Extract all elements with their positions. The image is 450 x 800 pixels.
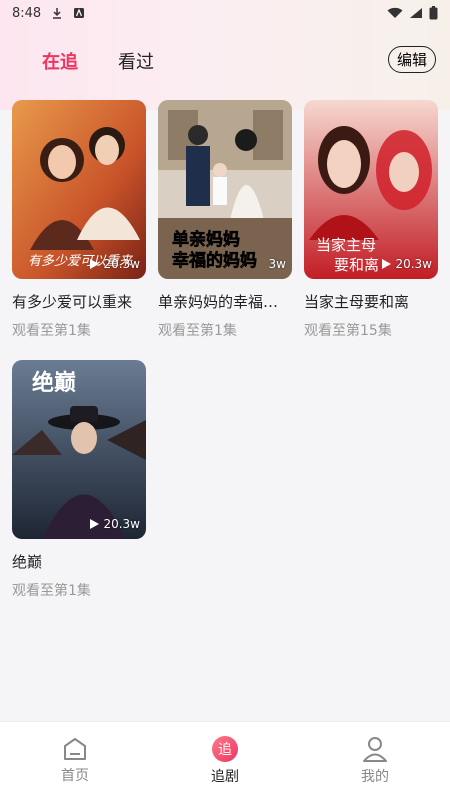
view-count: 3w — [269, 257, 286, 271]
wifi-icon — [387, 7, 403, 18]
drama-card[interactable]: 有多少爱可以重来 20.3w 有多少爱可以重来 观看至第1集 — [12, 100, 146, 340]
view-count: 20.3w — [382, 257, 432, 271]
poster-art: 有多少爱可以重来 — [12, 100, 146, 279]
follow-icon: 追 — [212, 736, 238, 762]
play-icon — [382, 259, 392, 269]
signal-icon — [410, 8, 422, 18]
poster-art: 当家主母 要和离 — [304, 100, 438, 279]
nav-profile-label: 我的 — [361, 769, 389, 785]
poster-art: 单亲妈妈 幸福的妈妈 — [158, 100, 292, 279]
poster-title-text: 绝巅 — [32, 370, 76, 396]
drama-title[interactable]: 绝巅 — [12, 551, 146, 572]
tab-following[interactable]: 在追 — [42, 48, 78, 74]
view-count-text: 20.3w — [395, 257, 432, 271]
play-icon — [90, 519, 100, 529]
nav-home[interactable]: 首页 — [25, 737, 125, 785]
drama-poster[interactable]: 有多少爱可以重来 20.3w — [12, 100, 146, 279]
drama-poster[interactable]: 绝巅 20.3w — [12, 360, 146, 539]
notification-a-icon — [74, 8, 85, 18]
drama-grid: 有多少爱可以重来 20.3w 有多少爱可以重来 观看至第1集 单亲妈妈 幸福的妈… — [12, 100, 438, 600]
nav-home-label: 首页 — [61, 768, 89, 784]
edit-button[interactable]: 编辑 — [387, 46, 436, 73]
home-icon — [64, 738, 86, 760]
nav-follow[interactable]: 追 追剧 — [175, 736, 275, 786]
bottom-navigation: 首页 追 追剧 我的 — [0, 721, 450, 800]
follow-icon-glyph: 追 — [218, 742, 232, 758]
status-time: 8:48 — [12, 5, 42, 21]
download-icon — [53, 8, 62, 19]
nav-profile[interactable]: 我的 — [325, 736, 425, 786]
drama-title[interactable]: 当家主母要和离 — [304, 291, 438, 312]
view-count-text: 20.3w — [103, 257, 140, 271]
drama-title[interactable]: 有多少爱可以重来 — [12, 291, 146, 312]
drama-title[interactable]: 单亲妈妈的幸福… — [158, 291, 292, 312]
poster-title-text: 当家主母 — [316, 236, 376, 254]
tab-watched[interactable]: 看过 — [118, 48, 154, 74]
play-icon — [90, 259, 100, 269]
watch-progress: 观看至第1集 — [158, 323, 237, 339]
nav-follow-label: 追剧 — [211, 769, 239, 785]
view-count-text: 3w — [268, 257, 286, 271]
watch-progress: 观看至第1集 — [12, 583, 91, 599]
drama-poster[interactable]: 当家主母 要和离 20.3w — [304, 100, 438, 279]
profile-icon — [363, 737, 387, 762]
tab-bar: 在追 看过 — [0, 44, 450, 78]
poster-title-text: 单亲妈妈 — [172, 229, 240, 250]
drama-poster[interactable]: 单亲妈妈 幸福的妈妈 3w — [158, 100, 292, 279]
watch-progress: 观看至第1集 — [12, 323, 91, 339]
status-bar: 8:48 — [0, 0, 450, 26]
drama-card[interactable]: 当家主母 要和离 20.3w 当家主母要和离 观看至第15集 — [304, 100, 438, 340]
view-count: 20.3w — [90, 257, 140, 271]
poster-art: 绝巅 — [12, 360, 146, 539]
view-count: 20.3w — [90, 517, 140, 531]
battery-icon — [429, 6, 438, 20]
watch-progress: 观看至第15集 — [304, 323, 392, 339]
view-count-text: 20.3w — [103, 517, 140, 531]
drama-card[interactable]: 绝巅 20.3w 绝巅 观看至第1集 — [12, 360, 146, 600]
poster-subtitle-text: 幸福的妈妈 — [172, 250, 257, 271]
drama-card[interactable]: 单亲妈妈 幸福的妈妈 3w 单亲妈妈的幸福… 观看至第1集 — [158, 100, 292, 340]
poster-subtitle-text: 要和离 — [334, 256, 379, 274]
